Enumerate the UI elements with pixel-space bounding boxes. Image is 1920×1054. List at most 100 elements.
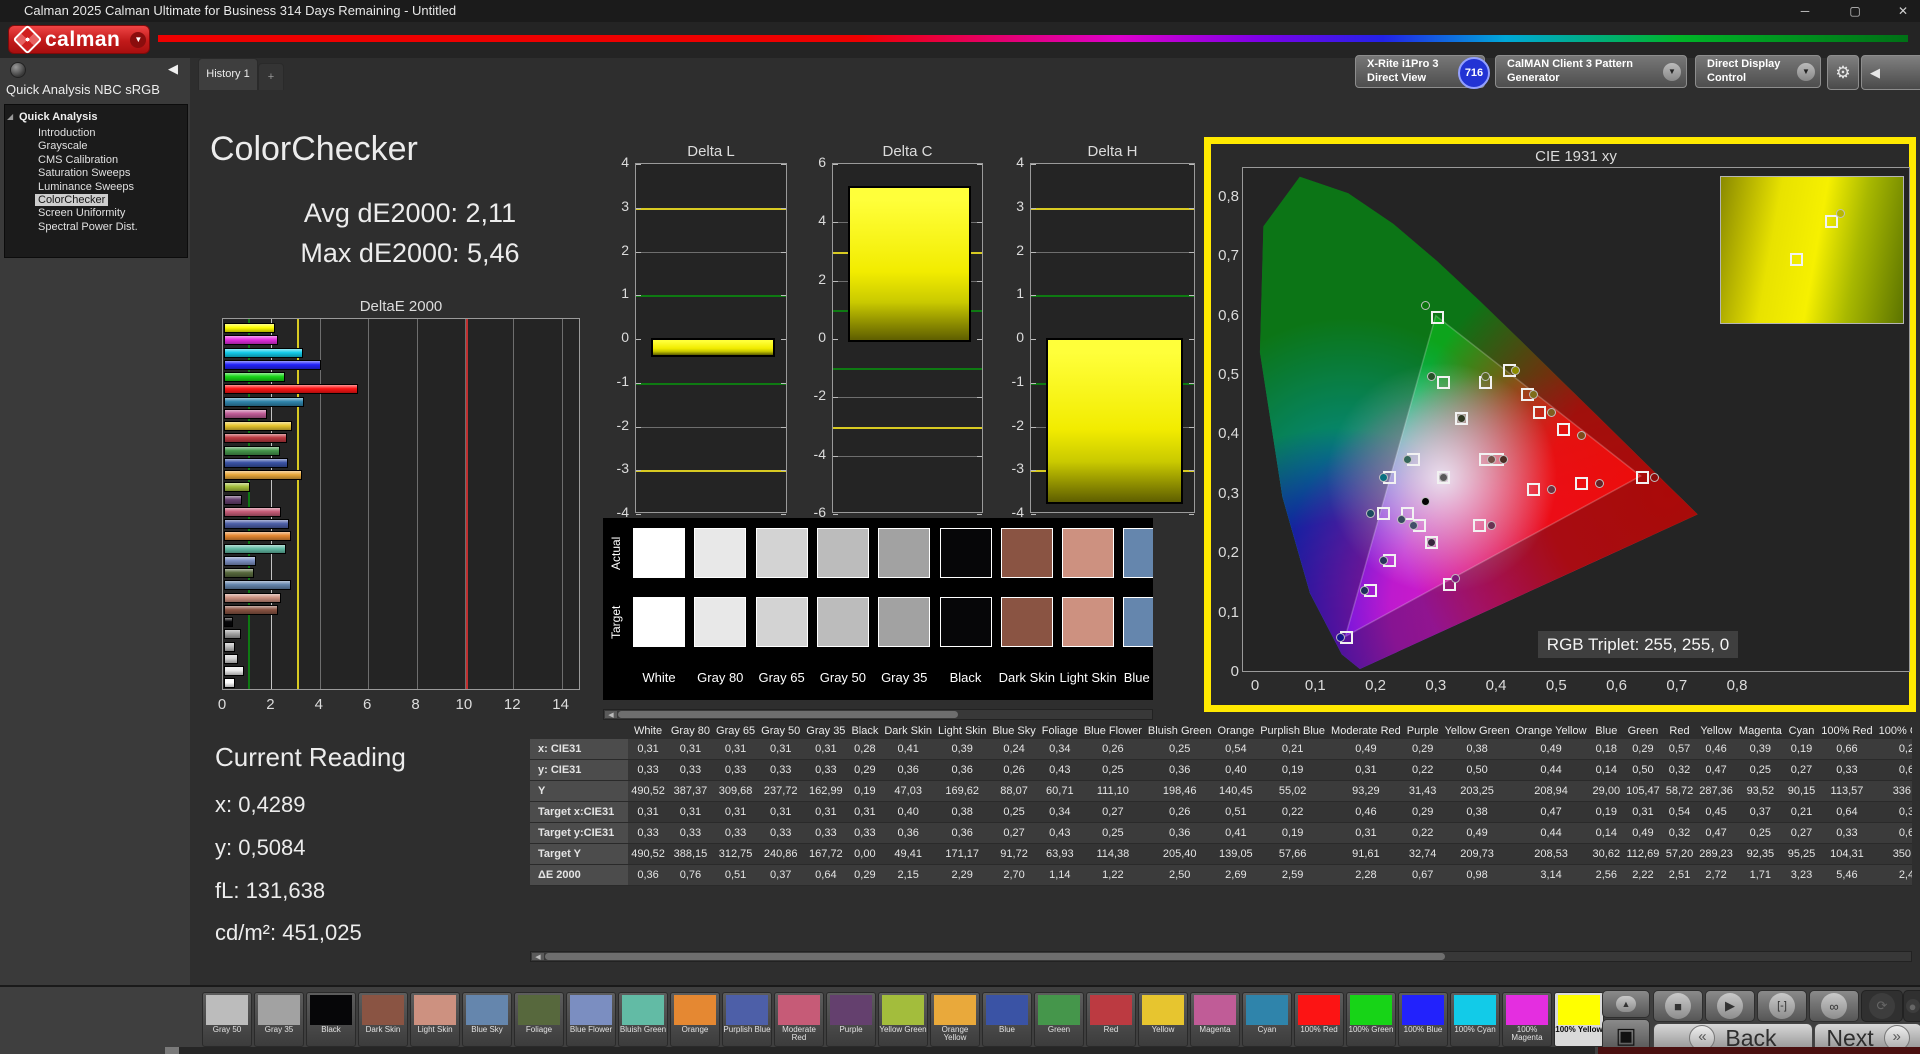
pattern-color xyxy=(1246,995,1288,1025)
column-header: Purple xyxy=(1406,725,1439,737)
table-cell: 0,33 xyxy=(713,822,759,844)
pattern-color xyxy=(1454,995,1496,1025)
strip-scrollbar[interactable] xyxy=(165,1047,1595,1054)
y-tick-label: -3 xyxy=(616,460,629,477)
pattern-color xyxy=(258,995,300,1025)
refresh-button[interactable]: ⟳ xyxy=(1861,990,1903,1022)
meter-sync-badge[interactable]: 716 xyxy=(1458,57,1490,89)
panel-collapse-icon[interactable]: ◀ xyxy=(1861,55,1920,90)
pattern-button-orange-yellow[interactable]: Orange Yellow xyxy=(930,992,980,1047)
table-cell: 0,31 xyxy=(667,739,714,760)
pattern-button-100-green[interactable]: 100% Green xyxy=(1346,992,1396,1047)
scrollbar-thumb[interactable] xyxy=(618,711,958,718)
pattern-button-red[interactable]: Red xyxy=(1086,992,1136,1047)
pattern-button-cyan[interactable]: Cyan xyxy=(1242,992,1292,1047)
pattern-button-yellow-green[interactable]: Yellow Green xyxy=(878,992,928,1047)
scroll-left-icon[interactable]: ◀ xyxy=(605,711,617,719)
maximize-icon[interactable]: ▢ xyxy=(1840,2,1870,20)
pattern-button-light-skin[interactable]: Light Skin xyxy=(410,992,460,1047)
sidebar-item-grayscale[interactable]: Grayscale xyxy=(35,140,91,152)
scroll-left-icon[interactable]: ◀ xyxy=(532,953,544,961)
table-cell: 0,49 xyxy=(1328,739,1404,760)
strip-expand-button[interactable]: ▲ xyxy=(1602,990,1650,1018)
pattern-button-black[interactable]: Black xyxy=(306,992,356,1047)
table-cell: 0,33 xyxy=(713,759,759,781)
pattern-button-magenta[interactable]: Magenta xyxy=(1190,992,1240,1047)
calman-menu-button[interactable]: calman ▼ xyxy=(8,24,150,55)
sidebar-item-screen-uniformity[interactable]: Screen Uniformity xyxy=(35,207,128,219)
display-control-dropdown[interactable]: Direct Display Control ▼ xyxy=(1695,55,1821,88)
series-read-button[interactable]: [‑] xyxy=(1757,990,1807,1022)
pattern-color xyxy=(310,995,352,1025)
pattern-button-blue[interactable]: Blue xyxy=(982,992,1032,1047)
pattern-label: Green xyxy=(1047,1025,1071,1034)
measured-dot-19 xyxy=(1426,372,1436,381)
table-scrollbar[interactable]: ◀ xyxy=(530,951,1912,962)
pattern-button-moderate-red[interactable]: Moderate Red xyxy=(774,992,824,1047)
table-cell: 0,22 xyxy=(1257,801,1329,823)
table-cell: 0,25 xyxy=(1080,759,1145,781)
tree-expander-icon[interactable]: ◢ xyxy=(7,112,13,121)
table-cell: 240,86 xyxy=(758,843,804,865)
pattern-button-100-blue[interactable]: 100% Blue xyxy=(1398,992,1448,1047)
pattern-button-orange[interactable]: Orange xyxy=(670,992,720,1047)
table-cell: 0,36 xyxy=(628,864,668,886)
play-button[interactable]: ▶ xyxy=(1705,990,1755,1022)
y-tick-label: -2 xyxy=(616,416,629,433)
swatch-label: Blue Sky xyxy=(1123,670,1153,685)
pattern-button-gray-35[interactable]: Gray 35 xyxy=(254,992,304,1047)
minimize-icon[interactable]: ─ xyxy=(1790,2,1820,20)
chevron-up-icon: ▲ xyxy=(1616,996,1636,1012)
sidebar-item-introduction[interactable]: Introduction xyxy=(35,127,98,139)
de-bar-foliage xyxy=(224,568,254,578)
table-cell: 0,36 xyxy=(1144,759,1215,781)
pattern-button-bluish-green[interactable]: Bluish Green xyxy=(618,992,668,1047)
pattern-button-purplish-blue[interactable]: Purplish Blue xyxy=(722,992,772,1047)
de-bar-purplish-blue xyxy=(224,519,289,529)
swatch-gray-35 xyxy=(878,528,931,578)
swatch-scrollbar[interactable]: ◀ xyxy=(603,709,1153,720)
pattern-button-100-cyan[interactable]: 100% Cyan xyxy=(1450,992,1500,1047)
sidebar-item-luminance-sweeps[interactable]: Luminance Sweeps xyxy=(35,181,137,193)
pattern-button-green[interactable]: Green xyxy=(1034,992,1084,1047)
gridline xyxy=(636,251,786,253)
scrollbar-thumb[interactable] xyxy=(545,953,1445,960)
sidebar-item-spectral-power-dist-[interactable]: Spectral Power Dist. xyxy=(35,221,141,233)
pattern-button-yellow[interactable]: Yellow xyxy=(1138,992,1188,1047)
pattern-color xyxy=(414,995,456,1025)
swatch-gray-50 xyxy=(816,597,869,647)
y-tick-label: 0 xyxy=(621,329,629,345)
column-header: White xyxy=(633,725,663,737)
column-header: Gray 50 xyxy=(761,725,801,737)
table-cell: 0,33 xyxy=(803,759,849,781)
pattern-button-dark-skin[interactable]: Dark Skin xyxy=(358,992,408,1047)
sidebar-item-saturation-sweeps[interactable]: Saturation Sweeps xyxy=(35,167,133,179)
pattern-label: Purplish Blue xyxy=(723,1025,771,1034)
pattern-button-blue-sky[interactable]: Blue Sky xyxy=(462,992,512,1047)
pattern-button-100-red[interactable]: 100% Red xyxy=(1294,992,1344,1047)
sidebar-item-colorchecker[interactable]: ColorChecker xyxy=(35,194,109,206)
x-tick-label: 14 xyxy=(552,696,569,713)
sidebar-collapse-icon[interactable]: ◀ xyxy=(168,61,178,77)
tab-add-button[interactable]: + xyxy=(258,63,284,90)
pattern-button-gray-50[interactable]: Gray 50 xyxy=(202,992,252,1047)
pattern-button-foliage[interactable]: Foliage xyxy=(514,992,564,1047)
workflow-title: Quick Analysis NBC sRGB xyxy=(6,82,160,97)
tab-history-1[interactable]: History 1 xyxy=(198,58,258,90)
pattern-generator-dropdown[interactable]: CalMAN Client 3 Pattern Generator ▼ xyxy=(1495,55,1687,88)
table-cell: 350,80 xyxy=(1875,843,1912,865)
stop-button[interactable]: ■ xyxy=(1653,990,1703,1022)
continuous-read-button[interactable]: ∞ xyxy=(1809,990,1859,1022)
pattern-button-blue-flower[interactable]: Blue Flower xyxy=(566,992,616,1047)
y-tick-label: 1 xyxy=(621,285,629,302)
tree-root[interactable]: Quick Analysis xyxy=(19,111,97,123)
settings-gear-icon[interactable]: ⚙ xyxy=(1827,55,1859,90)
measured-dot-4 xyxy=(1438,472,1448,482)
pattern-button-100-yellow[interactable]: 100% Yellow xyxy=(1554,992,1604,1047)
pattern-button-100-magenta[interactable]: 100% Magenta xyxy=(1502,992,1552,1047)
pattern-button-purple[interactable]: Purple xyxy=(826,992,876,1047)
close-icon[interactable]: ✕ xyxy=(1888,2,1918,20)
record-button[interactable]: ● xyxy=(1903,990,1920,1022)
sidebar-item-cms-calibration[interactable]: CMS Calibration xyxy=(35,154,121,166)
scrollbar-thumb[interactable] xyxy=(165,1047,179,1054)
